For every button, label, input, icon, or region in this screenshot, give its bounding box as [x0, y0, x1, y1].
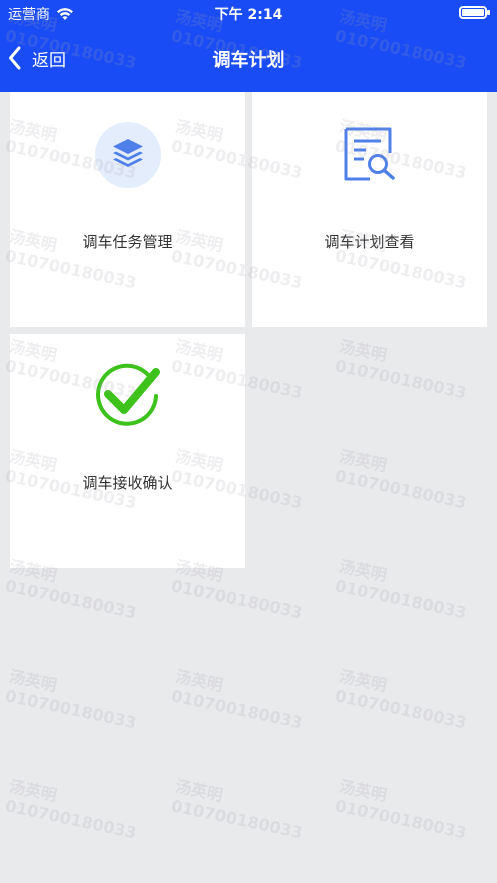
card-dispatch-plan-view[interactable]: 调车计划查看 [252, 92, 487, 327]
card-dispatch-task-management[interactable]: 调车任务管理 [10, 92, 245, 327]
watermark-text: 汤英明010700180033 [169, 776, 305, 843]
status-time: 下午 2:14 [214, 7, 283, 23]
battery-icon [459, 6, 490, 19]
check-circle-icon [95, 363, 160, 426]
watermark-text: 汤英明010700180033 [333, 336, 469, 403]
card-label: 调车任务管理 [82, 233, 173, 251]
watermark-text: 汤英明010700180033 [169, 666, 305, 733]
watermark-text: 汤英明010700180033 [3, 776, 139, 843]
watermark-text: 汤英明010700180033 [333, 666, 469, 733]
watermark-text: 汤英明010700180033 [333, 556, 469, 623]
watermark-text: 汤英明010700180033 [333, 446, 469, 513]
card-dispatch-receive-confirm[interactable]: 调车接收确认 [10, 334, 245, 568]
top-bar: 运营商 下午 2:14 返回 调车计划 [0, 0, 497, 92]
watermark-text: 汤英明010700180033 [3, 666, 139, 733]
watermark-text: 汤英明010700180033 [333, 776, 469, 843]
status-bar: 运营商 下午 2:14 [0, 0, 497, 26]
layers-icon [94, 122, 161, 188]
page-title: 调车计划 [212, 50, 285, 71]
navigation-bar: 返回 调车计划 [0, 26, 497, 92]
card-label: 调车计划查看 [324, 233, 415, 251]
document-search-icon [344, 127, 395, 181]
card-label: 调车接收确认 [82, 474, 173, 492]
